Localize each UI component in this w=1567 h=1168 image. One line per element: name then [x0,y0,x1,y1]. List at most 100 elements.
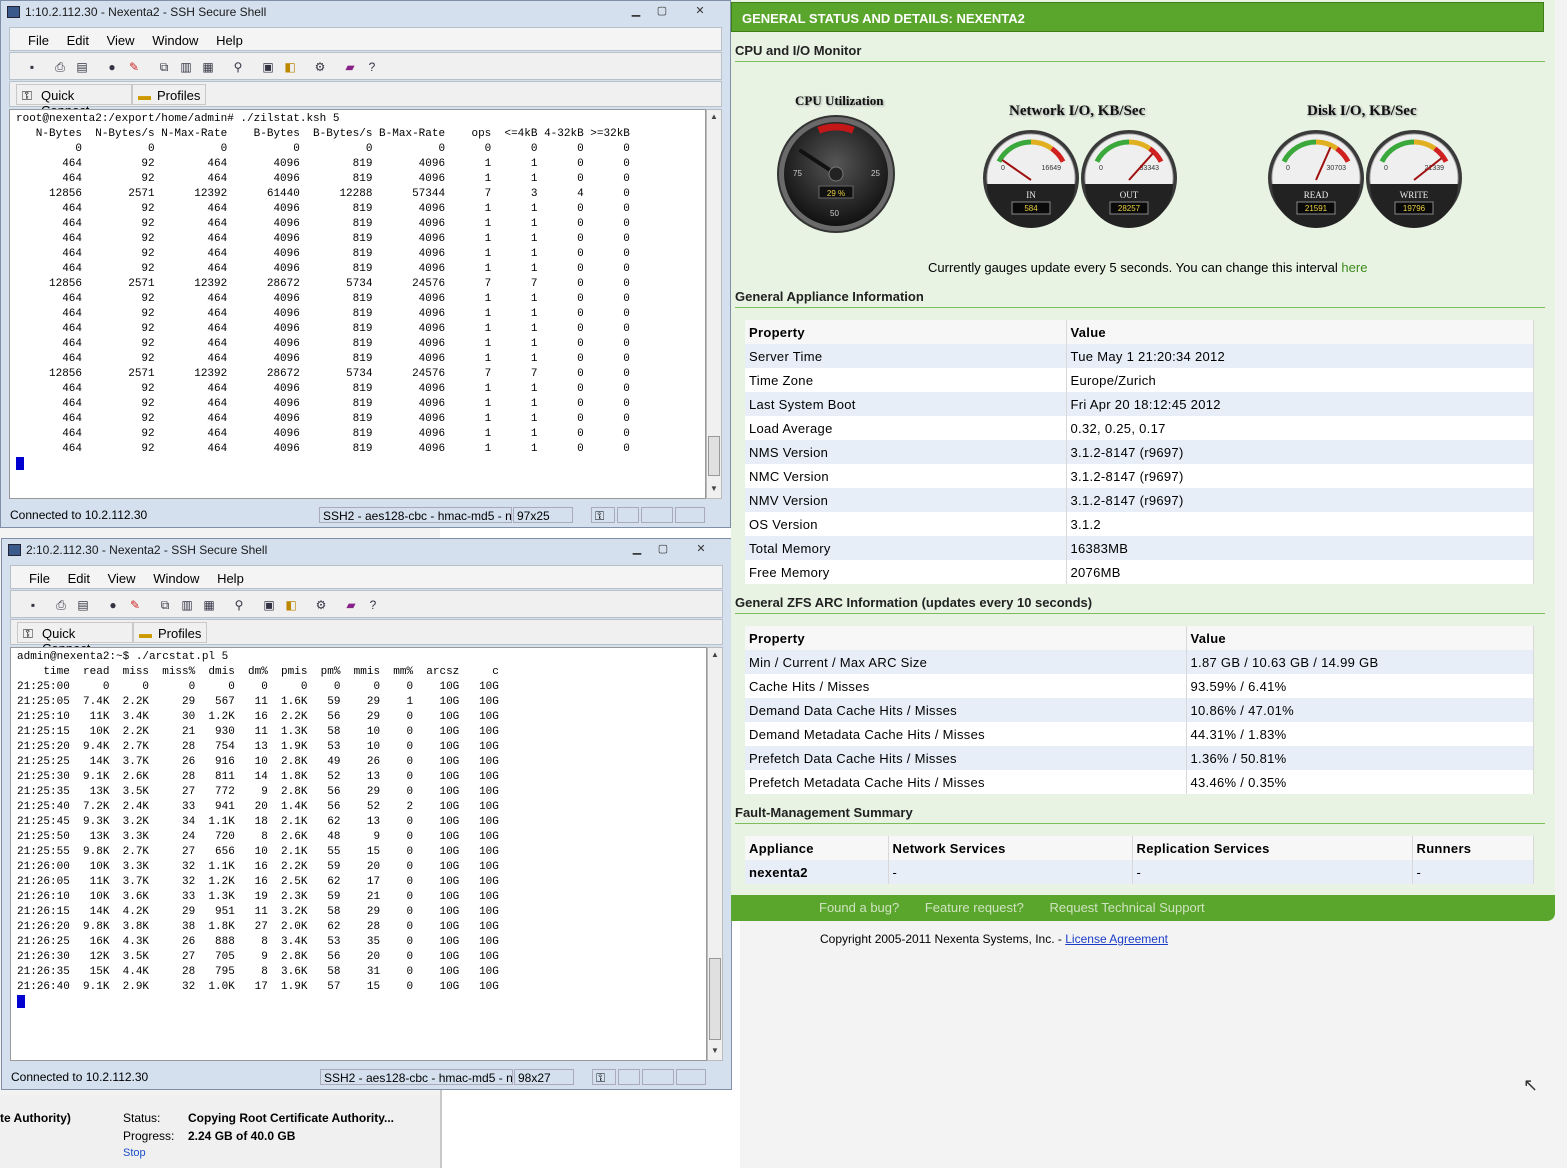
property-cell: Last System Boot [745,392,1067,416]
print-preview-icon[interactable]: ▤ [74,59,90,75]
appliance-info-title: General Appliance Information [735,289,924,304]
folder-icon: ▬ [139,626,152,641]
cpu-value: 29 % [827,189,845,198]
print-icon[interactable]: ⎙ [53,597,69,613]
scroll-down-icon[interactable]: ▼ [707,484,721,496]
maximize-button[interactable]: ▢ [647,3,677,19]
profiles-button[interactable]: ▬ Profiles [133,622,207,643]
paste-icon[interactable]: ▥ [178,59,194,75]
table-row: NMV Version 3.1.2-8147 (r9697) [745,488,1534,512]
zfs-arc-title: General ZFS ARC Information (updates eve… [735,595,1093,610]
paste-icon[interactable]: ▥ [179,597,195,613]
gauge-label: IN [1026,190,1036,200]
property-cell: NMV Version [745,488,1067,512]
close-button[interactable]: ✕ [685,3,715,19]
value-cell: 43.46% / 0.35% [1186,770,1534,794]
menu-help[interactable]: Help [217,571,244,586]
print-preview-icon[interactable]: ▤ [75,597,91,613]
value-cell: 3.1.2-8147 (r9697) [1066,464,1534,488]
menu-view[interactable]: View [107,33,135,48]
scroll-down-icon[interactable]: ▼ [708,1046,722,1058]
property-cell: Total Memory [745,536,1067,560]
menu-window[interactable]: Window [152,33,198,48]
license-link[interactable]: License Agreement [1065,932,1168,946]
profiles-label: Profiles [158,626,202,641]
menu-help[interactable]: Help [216,33,243,48]
table-row: Cache Hits / Misses 93.59% / 6.41% [745,674,1534,698]
print-icon[interactable]: ⎙ [52,59,68,75]
gauge-min-label: 0 [1384,165,1388,172]
paste-selection-icon[interactable]: ▦ [200,59,216,75]
help-book-icon[interactable]: ▰ [342,59,358,75]
file-transfer-icon[interactable]: ◧ [282,59,298,75]
network-gauges: 0 16649IN584 0 33343OUT28257 [983,130,1177,228]
property-cell: Prefetch Data Cache Hits / Misses [745,746,1187,770]
appliance-name[interactable]: nexenta2 [745,860,889,884]
ssh-window-1[interactable]: 1:10.2.112.30 - Nexenta2 - SSH Secure Sh… [0,0,731,528]
cipher-info: SSH2 - aes128-cbc - hmac-md5 - nc [319,507,512,523]
maximize-button[interactable]: ▢ [648,541,678,557]
status-bar: Connected to 10.2.112.30 SSH2 - aes128-c… [3,505,728,525]
profiles-button[interactable]: ▬ Profiles [132,84,206,105]
copy-icon[interactable]: ⧉ [156,59,172,75]
copy-icon[interactable]: ⧉ [157,597,173,613]
context-help-icon[interactable]: ? [365,597,381,613]
find-icon[interactable]: ⚲ [230,59,246,75]
save-icon[interactable]: ▪ [24,59,40,75]
quick-connect-button[interactable]: ⚿Quick Connect [16,84,132,118]
table-header: Network Services [888,836,1133,860]
scroll-thumb[interactable] [709,958,721,1040]
table-row: OS Version 3.1.2 [745,512,1534,536]
menu-file[interactable]: File [29,571,50,586]
stop-link[interactable]: Stop [123,1147,146,1159]
terminal-scrollbar[interactable]: ▲ ▼ [706,109,722,499]
menu-window[interactable]: Window [153,571,199,586]
scroll-up-icon[interactable]: ▲ [707,112,721,124]
nexenta-status-page: GENERAL STATUS AND DETAILS: NEXENTA2 CPU… [731,0,1555,921]
progress-label: Progress: [123,1129,175,1143]
new-terminal-icon[interactable]: ▣ [261,597,277,613]
help-book-icon[interactable]: ▰ [343,597,359,613]
cpu-io-title: CPU and I/O Monitor [735,43,862,58]
disconnect-icon[interactable]: ● [105,597,121,613]
reconnect-icon[interactable]: ✎ [126,59,142,75]
ssh-window-2[interactable]: 2:10.2.112.30 - Nexenta2 - SSH Secure Sh… [1,538,732,1090]
folder-icon: ▬ [138,88,151,103]
status-bar: Connected to 10.2.112.30 SSH2 - aes128-c… [4,1067,729,1087]
ssh-app-icon [7,6,20,18]
menu-edit[interactable]: Edit [68,571,90,586]
table-row: Last System Boot Fri Apr 20 18:12:45 2012 [745,392,1534,416]
settings-icon[interactable]: ⚙ [312,59,328,75]
terminal-output[interactable]: admin@nexenta2:~$ ./arcstat.pl 5 time re… [10,647,707,1061]
terminal-output[interactable]: root@nexenta2:/export/home/admin# ./zils… [9,109,706,499]
find-icon[interactable]: ⚲ [231,597,247,613]
menu-file[interactable]: File [28,33,49,48]
technical-support-link[interactable]: Request Technical Support [1050,900,1205,915]
context-help-icon[interactable]: ? [364,59,380,75]
close-button[interactable]: ✕ [686,541,716,557]
menu-edit[interactable]: Edit [67,33,89,48]
new-terminal-icon[interactable]: ▣ [260,59,276,75]
reconnect-icon[interactable]: ✎ [127,597,143,613]
menubar: File Edit View Window Help [10,565,723,589]
replication-services-value: - [1132,860,1413,884]
settings-icon[interactable]: ⚙ [313,597,329,613]
feature-request-link[interactable]: Feature request? [925,900,1024,915]
file-transfer-icon[interactable]: ◧ [283,597,299,613]
progress-value: 2.24 GB of 40.0 GB [188,1129,296,1143]
gauge-value: 28257 [1118,204,1141,213]
scroll-thumb[interactable] [708,436,720,476]
found-bug-link[interactable]: Found a bug? [819,900,899,915]
disconnect-icon[interactable]: ● [104,59,120,75]
authority-label: te Authority) [0,1111,71,1125]
scroll-up-icon[interactable]: ▲ [708,650,722,662]
page-title: GENERAL STATUS AND DETAILS: NEXENTA2 [731,2,1544,32]
quick-connect-button[interactable]: ⚿Quick Connect [17,622,133,656]
gauge-value: 21591 [1305,204,1328,213]
menu-view[interactable]: View [108,571,136,586]
network-gauge-title: Network I/O, KB/Sec [1009,103,1146,119]
save-icon[interactable]: ▪ [25,597,41,613]
change-interval-link[interactable]: here [1341,260,1367,275]
paste-selection-icon[interactable]: ▦ [201,597,217,613]
terminal-scrollbar[interactable]: ▲ ▼ [707,647,723,1061]
